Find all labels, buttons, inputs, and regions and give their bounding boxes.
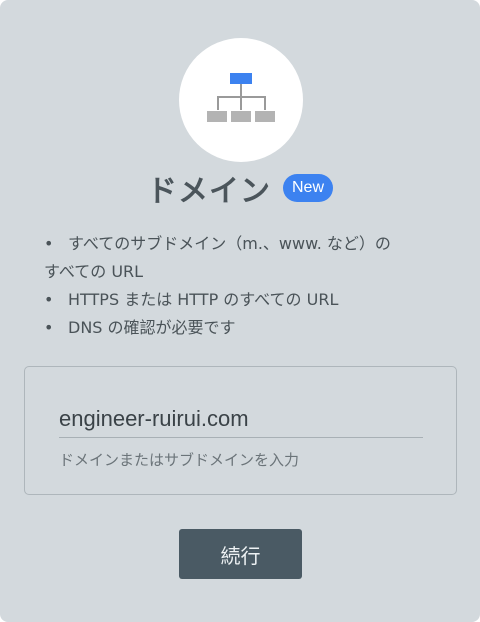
list-item: • HTTPS または HTTP のすべての URL: [44, 290, 339, 309]
domain-input[interactable]: [59, 401, 423, 438]
helper-text: ドメインまたはサブドメインを入力: [59, 451, 300, 469]
feature-list: • すべてのサブドメイン（m.、www. など）の すべての URL • HTTPS…: [44, 230, 454, 342]
new-badge: New: [282, 174, 333, 202]
list-item: • すべてのサブドメイン（m.、www. など）の: [44, 234, 391, 253]
domain-property-card: ドメイン New • すべてのサブドメイン（m.、www. など）の すべての U…: [0, 0, 480, 622]
title-row: ドメイン New: [0, 166, 480, 210]
domain-input-box: ドメインまたはサブドメインを入力: [24, 366, 457, 495]
list-item-continuation: すべての URL: [44, 262, 144, 281]
page-title: ドメイン: [146, 174, 271, 209]
continue-button[interactable]: 続行: [179, 529, 302, 579]
sitemap-icon: [207, 73, 275, 122]
logo-circle: [179, 38, 303, 162]
list-item: • DNS の確認が必要です: [44, 318, 236, 337]
